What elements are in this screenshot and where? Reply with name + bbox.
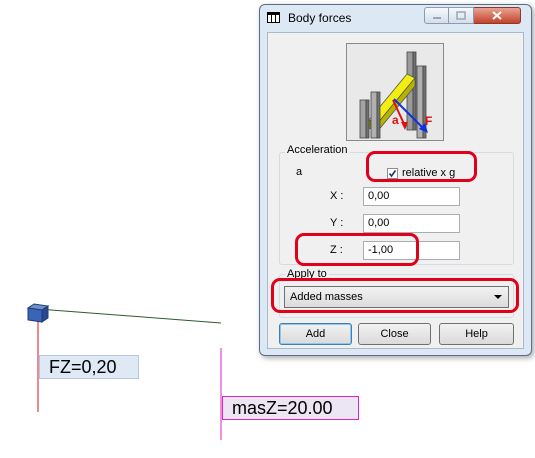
illustration-label-f: F bbox=[425, 114, 433, 128]
dialog-title: Body forces bbox=[288, 11, 352, 25]
maximize-button[interactable] bbox=[449, 7, 474, 24]
illustration-label-a: a bbox=[392, 113, 399, 127]
minimize-button[interactable] bbox=[424, 7, 449, 24]
acceleration-group-label: Acceleration bbox=[285, 144, 350, 156]
y-label: Y : bbox=[330, 217, 344, 229]
fz-load-label: FZ=0,20 bbox=[39, 355, 139, 379]
app-icon bbox=[267, 12, 280, 23]
close-icon bbox=[492, 11, 502, 20]
highlight-relative-checkbox bbox=[366, 151, 477, 182]
node-cube-icon bbox=[26, 303, 50, 323]
add-button[interactable]: Add bbox=[279, 323, 352, 345]
maximize-icon bbox=[456, 11, 466, 20]
mas-load-label: masZ=20.00 bbox=[222, 396, 359, 420]
minimize-icon bbox=[432, 16, 441, 19]
a-label: a bbox=[296, 166, 303, 178]
dialog-titlebar[interactable]: Body forces bbox=[260, 5, 531, 31]
close-window-button[interactable] bbox=[474, 7, 521, 24]
highlight-apply-dropdown bbox=[271, 278, 519, 313]
window-controls bbox=[424, 7, 527, 25]
x-label: X : bbox=[330, 190, 344, 202]
highlight-z-field bbox=[295, 233, 419, 266]
x-field[interactable]: 0,00 bbox=[363, 187, 460, 206]
bar-element bbox=[37, 308, 222, 324]
close-button[interactable]: Close bbox=[358, 323, 431, 345]
y-field[interactable]: 0,00 bbox=[363, 214, 460, 233]
body-force-illustration: a F bbox=[346, 43, 444, 141]
help-button[interactable]: Help bbox=[439, 323, 514, 345]
